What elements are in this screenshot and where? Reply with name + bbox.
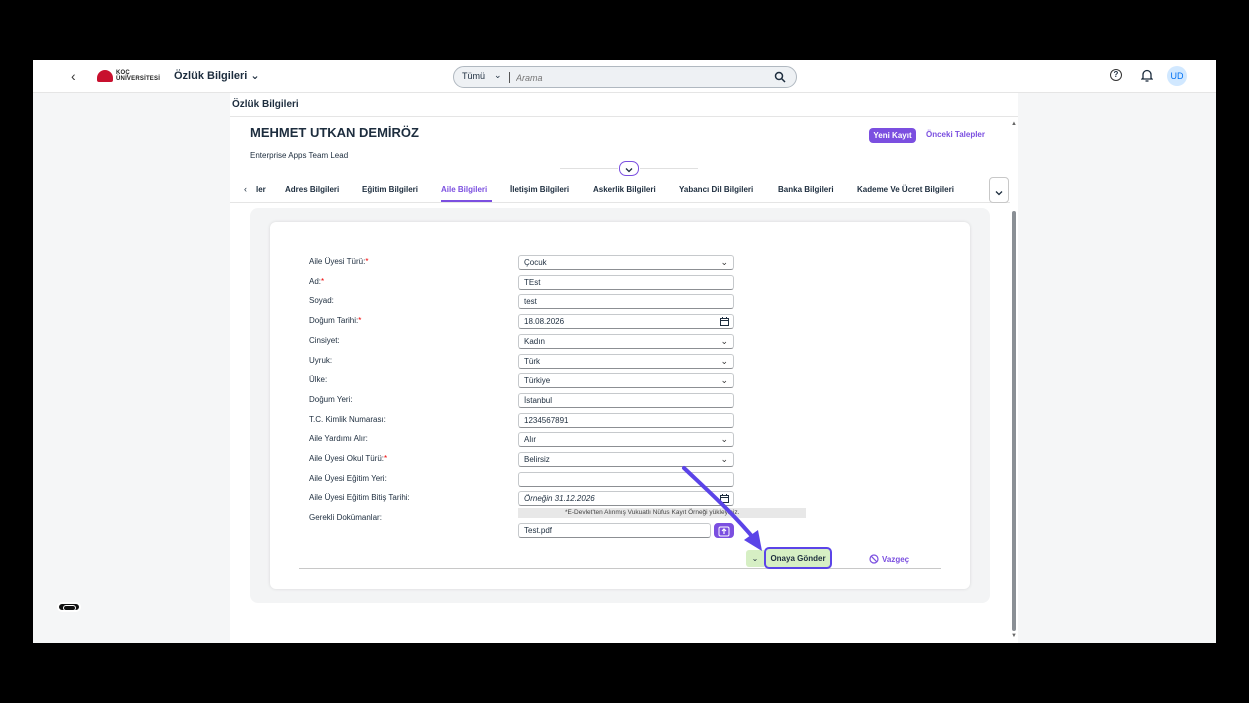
select-field[interactable]: Belirsiz ⌄ <box>518 452 734 467</box>
chevron-down-icon <box>995 191 1003 196</box>
tab-yabanci-dil[interactable]: Yabancı Dil Bilgileri <box>679 185 753 194</box>
back-icon[interactable]: ‹ <box>71 68 76 84</box>
collapse-header-button[interactable] <box>619 161 639 176</box>
search-bar: Tümü ⌄ <box>453 66 797 88</box>
tab-askerlik[interactable]: Askerlik Bilgileri <box>593 185 656 194</box>
chevron-down-icon[interactable]: ⌄ <box>746 550 764 567</box>
chevron-down-icon[interactable]: ⌄ <box>720 434 728 445</box>
employee-role: Enterprise Apps Team Lead <box>250 151 349 160</box>
chevron-down-icon[interactable]: ⌄ <box>720 257 728 268</box>
text-field[interactable]: İstanbul <box>518 393 734 408</box>
tab-bar: ‹ ler Adres Bilgileri Eğitim Bilgileri A… <box>230 177 1010 203</box>
form-label: Ülke: <box>309 375 328 384</box>
chevron-down-icon[interactable]: ⌄ <box>720 454 728 465</box>
form-label: Cinsiyet: <box>309 336 340 345</box>
text-field[interactable]: TEst <box>518 275 734 290</box>
text-field[interactable]: test <box>518 294 734 309</box>
tab-kademe[interactable]: Kademe Ve Ücret Bilgileri <box>857 185 954 194</box>
calendar-icon[interactable] <box>720 494 729 505</box>
select-field[interactable]: Alır ⌄ <box>518 432 734 447</box>
previous-requests-link[interactable]: Önceki Talepler <box>926 130 985 139</box>
calendar-icon[interactable] <box>720 317 729 328</box>
form-label: Aile Üyesi Eğitim Yeri: <box>309 474 387 483</box>
cancel-button[interactable]: Vazgeç <box>869 554 909 564</box>
documents-label: Gerekli Dokümanlar: <box>309 513 382 522</box>
chevron-left-icon[interactable]: ‹ <box>244 184 247 194</box>
chevron-down-icon[interactable]: ⌄ <box>720 356 728 367</box>
app-title-menu[interactable]: Özlük Bilgileri ⌄ <box>174 69 260 82</box>
text-field[interactable]: 1234567891 <box>518 413 734 428</box>
form-label: Doğum Tarihi:* <box>309 316 362 325</box>
employee-name: MEHMET UTKAN DEMİRÖZ <box>250 125 419 140</box>
select-field[interactable]: Çocuk ⌄ <box>518 255 734 270</box>
upload-icon <box>718 526 730 537</box>
form-label: Aile Üyesi Türü:* <box>309 257 369 266</box>
chevron-down-icon <box>625 168 633 173</box>
date-field[interactable]: 18.08.2026 <box>518 314 734 329</box>
select-field[interactable]: Kadın ⌄ <box>518 334 734 349</box>
submit-for-approval-button[interactable]: Onaya Gönder <box>764 547 832 569</box>
chevron-down-icon: ⌄ <box>250 70 260 82</box>
form-label: Aile Üyesi Okul Türü:* <box>309 454 388 463</box>
form-footer-divider <box>299 568 941 569</box>
user-avatar[interactable]: UD <box>1167 66 1187 86</box>
cancel-icon <box>869 554 879 564</box>
select-field[interactable]: Türk ⌄ <box>518 354 734 369</box>
form-label: Doğum Yeri: <box>309 395 353 404</box>
form-label: T.C. Kimlik Numarası: <box>309 415 386 424</box>
logo-mark <box>97 70 113 82</box>
tab-iletisim[interactable]: İletişim Bilgileri <box>510 185 569 194</box>
help-icon[interactable]: ? <box>1110 69 1122 81</box>
chevron-down-icon[interactable]: ⌄ <box>494 70 502 81</box>
assistant-widget-icon[interactable] <box>57 602 81 612</box>
upload-button[interactable] <box>714 523 734 538</box>
app-window: ‹ KOÇ ÜNİVERSİTESİ Özlük Bilgileri ⌄ Tüm… <box>33 60 1216 643</box>
file-name-field[interactable]: Test.pdf <box>518 523 711 538</box>
tab-adres[interactable]: Adres Bilgileri <box>285 185 339 194</box>
tab-partial[interactable]: ler <box>256 185 266 194</box>
date-field[interactable]: Örneğin 31.12.2026 <box>518 491 734 506</box>
documents-hint: *E-Devlet'ten Alınmış Vukuatlı Nüfus Kay… <box>518 508 806 518</box>
tab-egitim[interactable]: Eğitim Bilgileri <box>362 185 418 194</box>
tab-banka[interactable]: Banka Bilgileri <box>778 185 834 194</box>
search-scope-select[interactable]: Tümü <box>462 71 485 81</box>
search-input[interactable] <box>516 70 766 85</box>
tab-aile[interactable]: Aile Bilgileri <box>441 185 487 194</box>
search-icon[interactable] <box>774 70 786 88</box>
form-label: Soyad: <box>309 296 334 305</box>
chevron-down-icon[interactable]: ⌄ <box>720 375 728 386</box>
chevron-down-icon[interactable]: ⌄ <box>720 336 728 347</box>
page-scrollbar[interactable]: ▲ ▼ <box>1011 121 1017 641</box>
form-label: Uyruk: <box>309 356 333 365</box>
text-field[interactable] <box>518 472 734 487</box>
notification-bell-icon[interactable] <box>1140 69 1154 87</box>
select-field[interactable]: Türkiye ⌄ <box>518 373 734 388</box>
form-label: Ad:* <box>309 277 325 286</box>
university-logo[interactable]: KOÇ ÜNİVERSİTESİ <box>97 68 160 84</box>
active-tab-indicator <box>441 200 492 202</box>
page-title: Özlük Bilgileri <box>232 99 299 110</box>
tab-overflow-button[interactable] <box>989 177 1009 203</box>
form-label: Aile Yardımı Alır: <box>309 434 368 443</box>
new-record-button[interactable]: Yeni Kayıt <box>869 128 916 143</box>
shell-bar: ‹ KOÇ ÜNİVERSİTESİ Özlük Bilgileri ⌄ Tüm… <box>33 60 1216 93</box>
form-label: Aile Üyesi Eğitim Bitiş Tarihi: <box>309 493 410 502</box>
